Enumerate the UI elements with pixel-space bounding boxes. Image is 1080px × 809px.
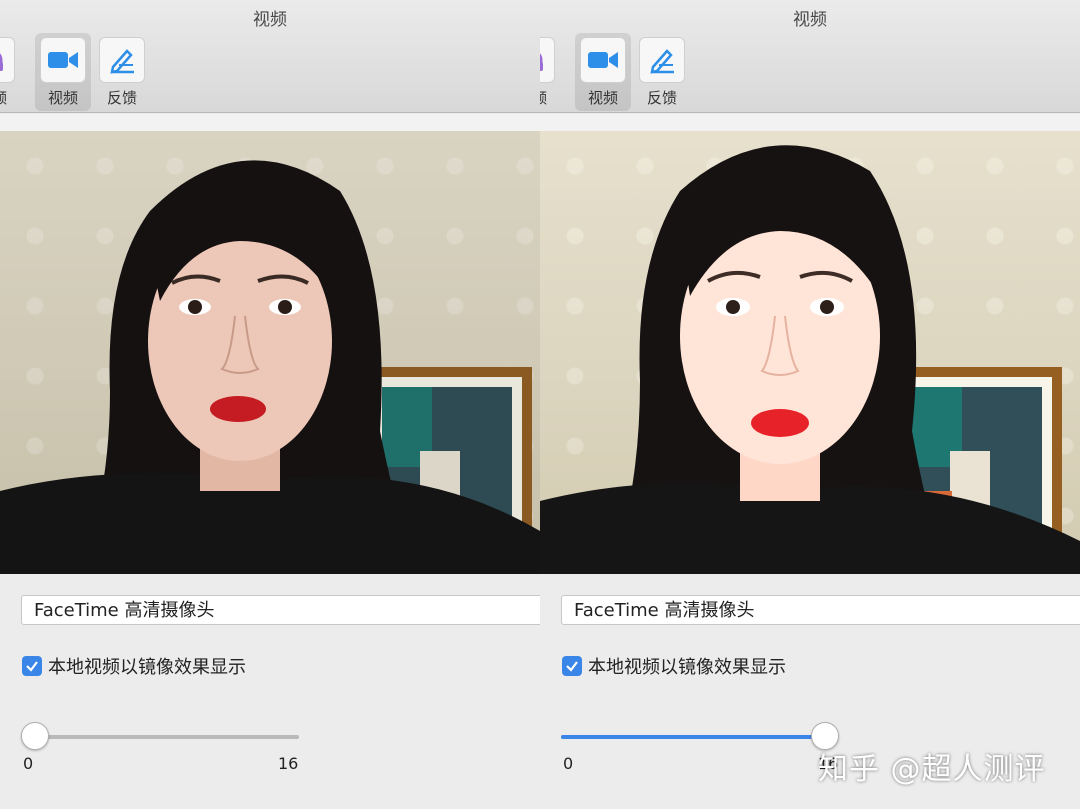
camera-device-select[interactable]: FaceTime 高清摄像头 bbox=[21, 595, 540, 625]
toolbar-tab-label: 音频 bbox=[540, 87, 560, 108]
camera-feed-image-beautified bbox=[540, 145, 1080, 574]
toolbar-tab-feedback[interactable]: 反馈 bbox=[634, 33, 690, 111]
mirror-checkbox-label: 本地视频以镜像效果显示 bbox=[48, 657, 246, 678]
video-camera-icon bbox=[40, 37, 86, 83]
camera-preview bbox=[0, 131, 540, 574]
toolbar-tab-label: 反馈 bbox=[106, 89, 137, 107]
checkmark-icon bbox=[26, 661, 38, 672]
feedback-pen-icon bbox=[639, 37, 685, 83]
mirror-checkbox[interactable] bbox=[562, 656, 582, 676]
camera-preview bbox=[540, 131, 1080, 574]
headphones-icon bbox=[0, 37, 15, 83]
toolbar-tab-feedback[interactable]: 反馈 bbox=[94, 33, 150, 111]
watermark: 知乎 @超人测评 bbox=[818, 752, 1046, 787]
camera-device-select[interactable]: FaceTime 高清摄像头 bbox=[561, 595, 1080, 625]
toolbar-tab-audio[interactable]: 音频 bbox=[540, 33, 560, 111]
settings-panel-after: 视频 音频 视频 反馈 bbox=[540, 0, 1080, 809]
mirror-checkbox-label: 本地视频以镜像效果显示 bbox=[588, 657, 786, 678]
toolbar: 视频 音频 视频 反馈 bbox=[0, 0, 540, 113]
mirror-option[interactable]: 本地视频以镜像效果显示 bbox=[562, 655, 786, 678]
toolbar-tab-label: 视频 bbox=[47, 89, 78, 107]
toolbar-tab-audio[interactable]: 音频 bbox=[0, 33, 20, 111]
toolbar-tab-label: 视频 bbox=[587, 89, 618, 107]
mirror-checkbox[interactable] bbox=[22, 656, 42, 676]
toolbar-tab-label: 反馈 bbox=[646, 89, 677, 107]
divider bbox=[0, 114, 540, 131]
slider-max-label: 16 bbox=[278, 754, 299, 773]
window-title: 视频 bbox=[793, 10, 827, 30]
divider bbox=[540, 114, 1080, 131]
video-camera-icon bbox=[580, 37, 626, 83]
slider-min-label: 0 bbox=[23, 754, 34, 773]
toolbar-tab-label: 音频 bbox=[0, 87, 20, 108]
toolbar: 视频 音频 视频 反馈 bbox=[540, 0, 1080, 113]
headphones-icon bbox=[540, 37, 555, 83]
toolbar-tab-video[interactable]: 视频 bbox=[575, 33, 631, 111]
slider-min-label: 0 bbox=[563, 754, 574, 773]
window-title: 视频 bbox=[253, 10, 287, 30]
camera-feed-image bbox=[0, 160, 540, 574]
checkmark-icon bbox=[566, 661, 578, 672]
toolbar-tab-video[interactable]: 视频 bbox=[35, 33, 91, 111]
slider-thumb[interactable] bbox=[21, 722, 49, 750]
feedback-pen-icon bbox=[99, 37, 145, 83]
slider-track[interactable] bbox=[35, 735, 299, 739]
mirror-option[interactable]: 本地视频以镜像效果显示 bbox=[22, 655, 246, 678]
settings-panel-before: 视频 音频 视频 反馈 bbox=[0, 0, 540, 809]
slider-fill bbox=[561, 735, 825, 739]
